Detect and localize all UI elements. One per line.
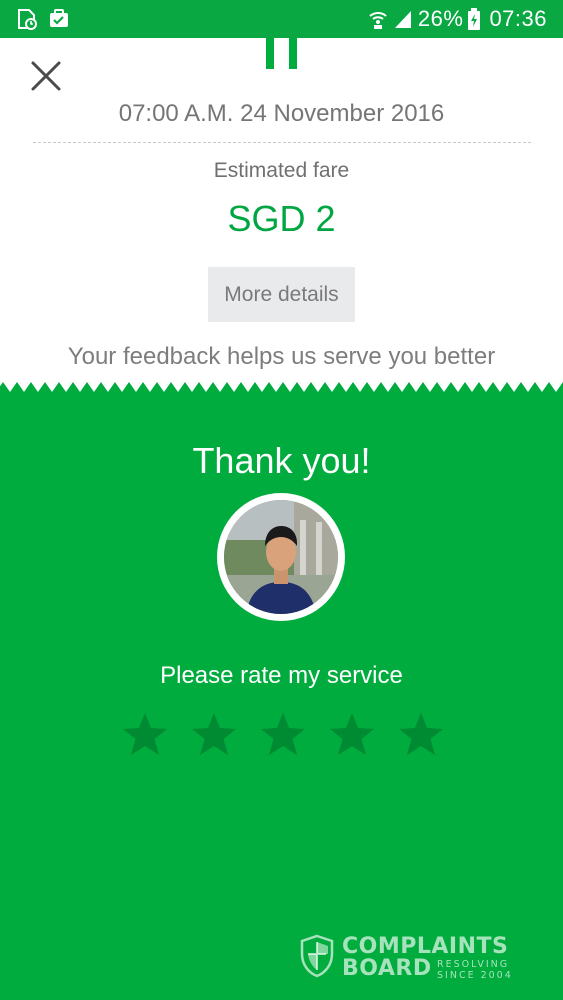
star-icon <box>192 713 236 755</box>
complaints-board-watermark: COMPLAINTS BOARD RESOLVING SINCE 2004 <box>300 934 520 984</box>
drag-handle-right <box>289 38 297 69</box>
star-button-2[interactable] <box>190 711 238 759</box>
briefcase-check-icon <box>50 9 68 27</box>
status-right-icons: 26% 07:36 <box>368 6 547 32</box>
ticket-zigzag-edge <box>0 380 563 392</box>
battery-percent: 26% <box>417 6 464 31</box>
star-button-4[interactable] <box>328 711 376 759</box>
status-left-icons <box>16 8 80 30</box>
trip-rating-screen: 26% 07:36 07:00 A.M. 24 November 2016 Es… <box>0 0 563 1000</box>
status-time: 07:36 <box>489 6 547 31</box>
star-icon <box>261 713 305 755</box>
driver-photo-illustration <box>224 500 338 614</box>
estimated-fare-label: Estimated fare <box>213 159 350 182</box>
driver-avatar <box>217 493 345 621</box>
wifi-call-icon <box>369 12 387 29</box>
dashed-divider <box>33 142 531 143</box>
watermark-tag2: SINCE 2004 <box>437 970 513 981</box>
estimated-fare-value: SGD 2 <box>227 198 336 239</box>
signal-icon <box>394 11 411 28</box>
star-rating <box>121 711 445 759</box>
shield-icon <box>300 934 334 978</box>
star-icon <box>123 713 167 755</box>
more-details-button[interactable]: More details <box>208 267 355 322</box>
drag-handle-left <box>266 38 274 69</box>
thank-you-heading: Thank you! <box>192 440 371 481</box>
star-button-3[interactable] <box>259 711 307 759</box>
star-button-5[interactable] <box>397 711 445 759</box>
star-button-1[interactable] <box>121 711 169 759</box>
watermark-tag1: RESOLVING <box>437 959 510 970</box>
close-icon <box>31 61 61 91</box>
sim-card-icon <box>18 9 37 30</box>
star-icon <box>399 713 443 755</box>
rate-prompt: Please rate my service <box>160 662 403 689</box>
close-button[interactable] <box>28 58 64 94</box>
driver-photo <box>224 500 338 614</box>
battery-charging-icon <box>468 8 481 30</box>
status-bar: 26% 07:36 <box>0 0 563 38</box>
feedback-prompt: Your feedback helps us serve you better <box>67 343 496 370</box>
watermark-line2: BOARD <box>342 956 432 981</box>
trip-datetime: 07:00 A.M. 24 November 2016 <box>118 100 445 127</box>
star-icon <box>330 713 374 755</box>
